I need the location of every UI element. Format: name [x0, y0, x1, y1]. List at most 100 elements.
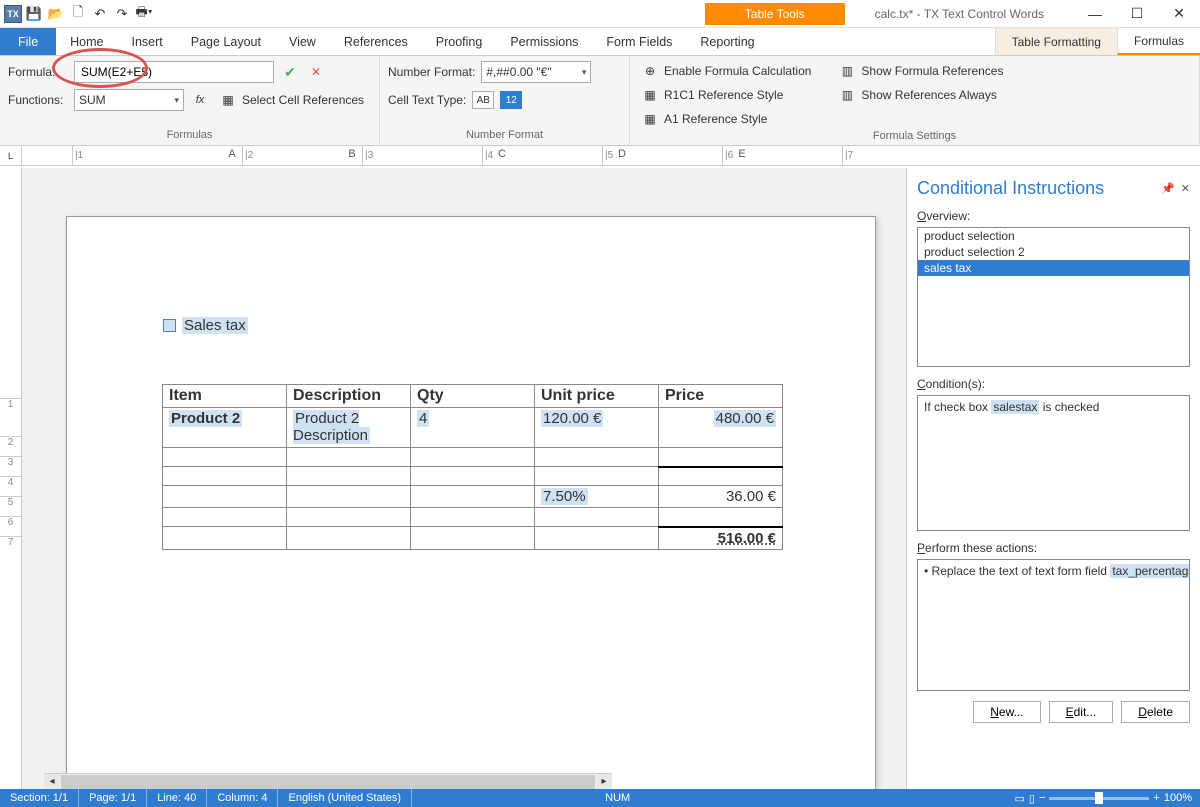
- list-item[interactable]: product selection 2: [918, 244, 1189, 260]
- field-ref: salestax: [991, 400, 1039, 414]
- tab-insert[interactable]: Insert: [118, 28, 177, 55]
- conditions-label: Condition(s):: [917, 377, 1190, 391]
- tab-view[interactable]: View: [275, 28, 330, 55]
- table-row: Product 2 Product 2 Description 4 120.00…: [163, 408, 783, 448]
- actions-label: Perform these actions:: [917, 541, 1190, 555]
- group-number-format-title: Number Format: [388, 129, 621, 143]
- cancel-formula-icon[interactable]: ✕: [306, 62, 326, 82]
- fx-button[interactable]: fx: [190, 90, 210, 110]
- tab-page-layout[interactable]: Page Layout: [177, 28, 275, 55]
- group-formulas-title: Formulas: [8, 129, 371, 143]
- cell-unit: 120.00 €: [541, 410, 603, 427]
- select-cell-refs-button[interactable]: ▦ Select Cell References: [216, 89, 368, 111]
- document-viewport[interactable]: Sales tax Item Description Qty Unit pric…: [22, 168, 906, 789]
- status-page: Page: 1/1: [79, 789, 147, 807]
- tab-reporting[interactable]: Reporting: [686, 28, 768, 55]
- zoom-out-icon[interactable]: −: [1039, 792, 1045, 804]
- status-bar: Section: 1/1 Page: 1/1 Line: 40 Column: …: [0, 789, 1200, 807]
- table-header-row: Item Description Qty Unit price Price: [163, 385, 783, 408]
- close-button[interactable]: ✕: [1158, 0, 1200, 28]
- window-title: calc.tx* - TX Text Control Words: [845, 7, 1074, 21]
- tab-formulas[interactable]: Formulas: [1117, 28, 1200, 55]
- accept-formula-icon[interactable]: ✔: [280, 62, 300, 82]
- status-line: Line: 40: [147, 789, 207, 807]
- a1-ref-button[interactable]: ▦A1 Reference Style: [638, 108, 815, 130]
- status-section: Section: 1/1: [0, 789, 79, 807]
- new-button[interactable]: New...: [973, 701, 1040, 723]
- th-price: Price: [659, 385, 783, 408]
- maximize-button[interactable]: ☐: [1116, 0, 1158, 28]
- scroll-left-icon[interactable]: ◂: [44, 774, 60, 790]
- field-ref: tax_percentage: [1110, 564, 1190, 578]
- invoice-table[interactable]: Item Description Qty Unit price Price Pr…: [162, 384, 783, 550]
- overview-label: Overview:: [917, 209, 1190, 223]
- formula-input[interactable]: [74, 61, 274, 83]
- table-row: [163, 448, 783, 467]
- cell-qty: 4: [417, 410, 429, 427]
- tab-table-formatting[interactable]: Table Formatting: [995, 28, 1117, 55]
- ruler-corner: L: [0, 146, 22, 165]
- conditions-box: If check box salestax is checked: [917, 395, 1190, 531]
- save-icon[interactable]: 💾: [24, 4, 44, 24]
- th-unit: Unit price: [535, 385, 659, 408]
- tab-form-fields[interactable]: Form Fields: [592, 28, 686, 55]
- open-icon[interactable]: 📂: [46, 4, 66, 24]
- print-icon[interactable]: 🖶▾: [134, 4, 154, 24]
- functions-combo[interactable]: SUM: [74, 89, 184, 111]
- list-item[interactable]: product selection: [918, 228, 1189, 244]
- cell-desc: Product 2 Description: [293, 410, 370, 444]
- show-formula-refs-button[interactable]: ▥Show Formula References: [835, 60, 1007, 82]
- cell-type-text-toggle[interactable]: AB: [472, 91, 494, 109]
- sales-tax-checkbox[interactable]: Sales tax: [163, 317, 248, 334]
- tab-file[interactable]: File: [0, 28, 56, 55]
- table-row: [163, 508, 783, 527]
- minimize-button[interactable]: —: [1074, 0, 1116, 28]
- fx-circle-icon: ⊕: [642, 63, 658, 79]
- ribbon: Formula: ✔ ✕ Functions: SUM fx ▦ Select …: [0, 56, 1200, 146]
- zoom-slider[interactable]: [1049, 797, 1149, 800]
- r1c1-ref-button[interactable]: ▦R1C1 Reference Style: [638, 84, 815, 106]
- formula-label: Formula:: [8, 65, 68, 79]
- new-icon[interactable]: 🗋: [68, 4, 88, 24]
- list-item-selected[interactable]: sales tax: [918, 260, 1189, 276]
- tab-permissions[interactable]: Permissions: [496, 28, 592, 55]
- panel-title: Conditional Instructions: [917, 178, 1104, 199]
- pin-icon[interactable]: 📌: [1161, 182, 1175, 195]
- th-desc: Description: [287, 385, 411, 408]
- table-row-tax: 7.50% 36.00 €: [163, 486, 783, 508]
- cell-type-number-toggle[interactable]: 12: [500, 91, 522, 109]
- functions-label: Functions:: [8, 93, 68, 107]
- horizontal-scrollbar[interactable]: ◂ ▸: [44, 773, 612, 789]
- undo-icon[interactable]: ↶: [90, 4, 110, 24]
- overview-listbox[interactable]: product selection product selection 2 sa…: [917, 227, 1190, 367]
- delete-button[interactable]: Delete: [1121, 701, 1190, 723]
- quick-access-toolbar: TX 💾 📂 🗋 ↶ ↷ 🖶▾: [0, 4, 154, 24]
- th-item: Item: [163, 385, 287, 408]
- tab-references[interactable]: References: [330, 28, 422, 55]
- scroll-right-icon[interactable]: ▸: [596, 774, 612, 790]
- checkbox-icon[interactable]: [163, 319, 176, 332]
- tab-home[interactable]: Home: [56, 28, 117, 55]
- status-num: NUM: [595, 789, 640, 807]
- zoom-in-icon[interactable]: +: [1153, 792, 1159, 804]
- conditional-instructions-panel: Conditional Instructions 📌 ✕ Overview: p…: [906, 168, 1200, 789]
- show-refs-always-button[interactable]: ▥Show References Always: [835, 84, 1007, 106]
- edit-button[interactable]: Edit...: [1049, 701, 1114, 723]
- ribbon-tabs: File Home Insert Page Layout View Refere…: [0, 28, 1200, 56]
- view-page-icon[interactable]: ▯: [1029, 792, 1035, 805]
- status-language[interactable]: English (United States): [278, 789, 412, 807]
- tab-proofing[interactable]: Proofing: [422, 28, 497, 55]
- redo-icon[interactable]: ↷: [112, 4, 132, 24]
- context-tool-label: Table Tools: [705, 3, 845, 25]
- view-widescreen-icon[interactable]: ▭: [1015, 792, 1025, 805]
- number-format-label: Number Format:: [388, 65, 475, 79]
- enable-formula-calc-button[interactable]: ⊕Enable Formula Calculation: [638, 60, 815, 82]
- actions-box[interactable]: • Replace the text of text form field ta…: [917, 559, 1190, 691]
- number-format-combo[interactable]: #,##0.00 "€": [481, 61, 591, 83]
- zoom-value[interactable]: 100%: [1164, 792, 1192, 804]
- cell-tax-amt: 36.00 €: [659, 486, 783, 508]
- app-icon: TX: [4, 5, 22, 23]
- grid-highlight-icon: ▥: [839, 63, 855, 79]
- close-panel-icon[interactable]: ✕: [1181, 182, 1190, 195]
- checkbox-label: Sales tax: [182, 317, 248, 334]
